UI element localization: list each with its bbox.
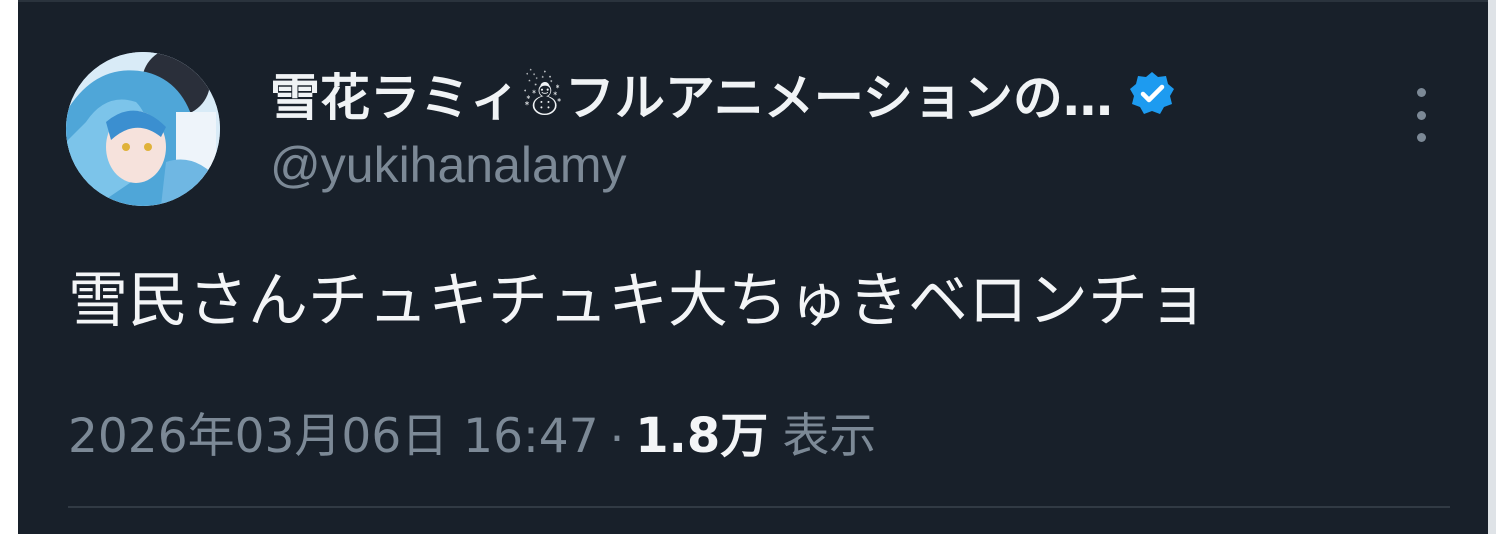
verified-badge-icon: [1127, 69, 1177, 119]
more-dot: [1416, 110, 1426, 120]
views-count: 1.8万: [635, 408, 769, 464]
name-row: 雪花ラミィ☃フルアニメーションの…: [270, 58, 1390, 130]
right-edge: [1488, 0, 1496, 534]
tweet-meta: 2026年03月06日 16:47 · 1.8万 表示: [68, 396, 876, 466]
user-avatar[interactable]: [66, 52, 220, 206]
more-dot: [1416, 133, 1426, 142]
tweet-text: 雪民さんチュキチュキ大ちゅきベロンチョ: [68, 266, 1208, 336]
tweet-card: 雪花ラミィ☃フルアニメーションの… @yukihanalamy 雪民さんチュキチ…: [18, 0, 1496, 534]
display-name[interactable]: 雪花ラミィ☃フルアニメーションの…: [270, 58, 1113, 130]
views-label: 表示: [782, 409, 877, 464]
meta-separator: ·: [608, 407, 626, 463]
tweet-header: 雪花ラミィ☃フルアニメーションの… @yukihanalamy: [270, 58, 1390, 194]
bottom-divider: [68, 506, 1450, 508]
user-handle[interactable]: @yukihanalamy: [270, 136, 1390, 194]
timestamp-link[interactable]: 2026年03月06日 16:47: [68, 397, 599, 466]
more-options-button[interactable]: [1408, 88, 1434, 142]
top-divider: [18, 0, 1496, 2]
more-vertical-icon: [1416, 88, 1426, 97]
